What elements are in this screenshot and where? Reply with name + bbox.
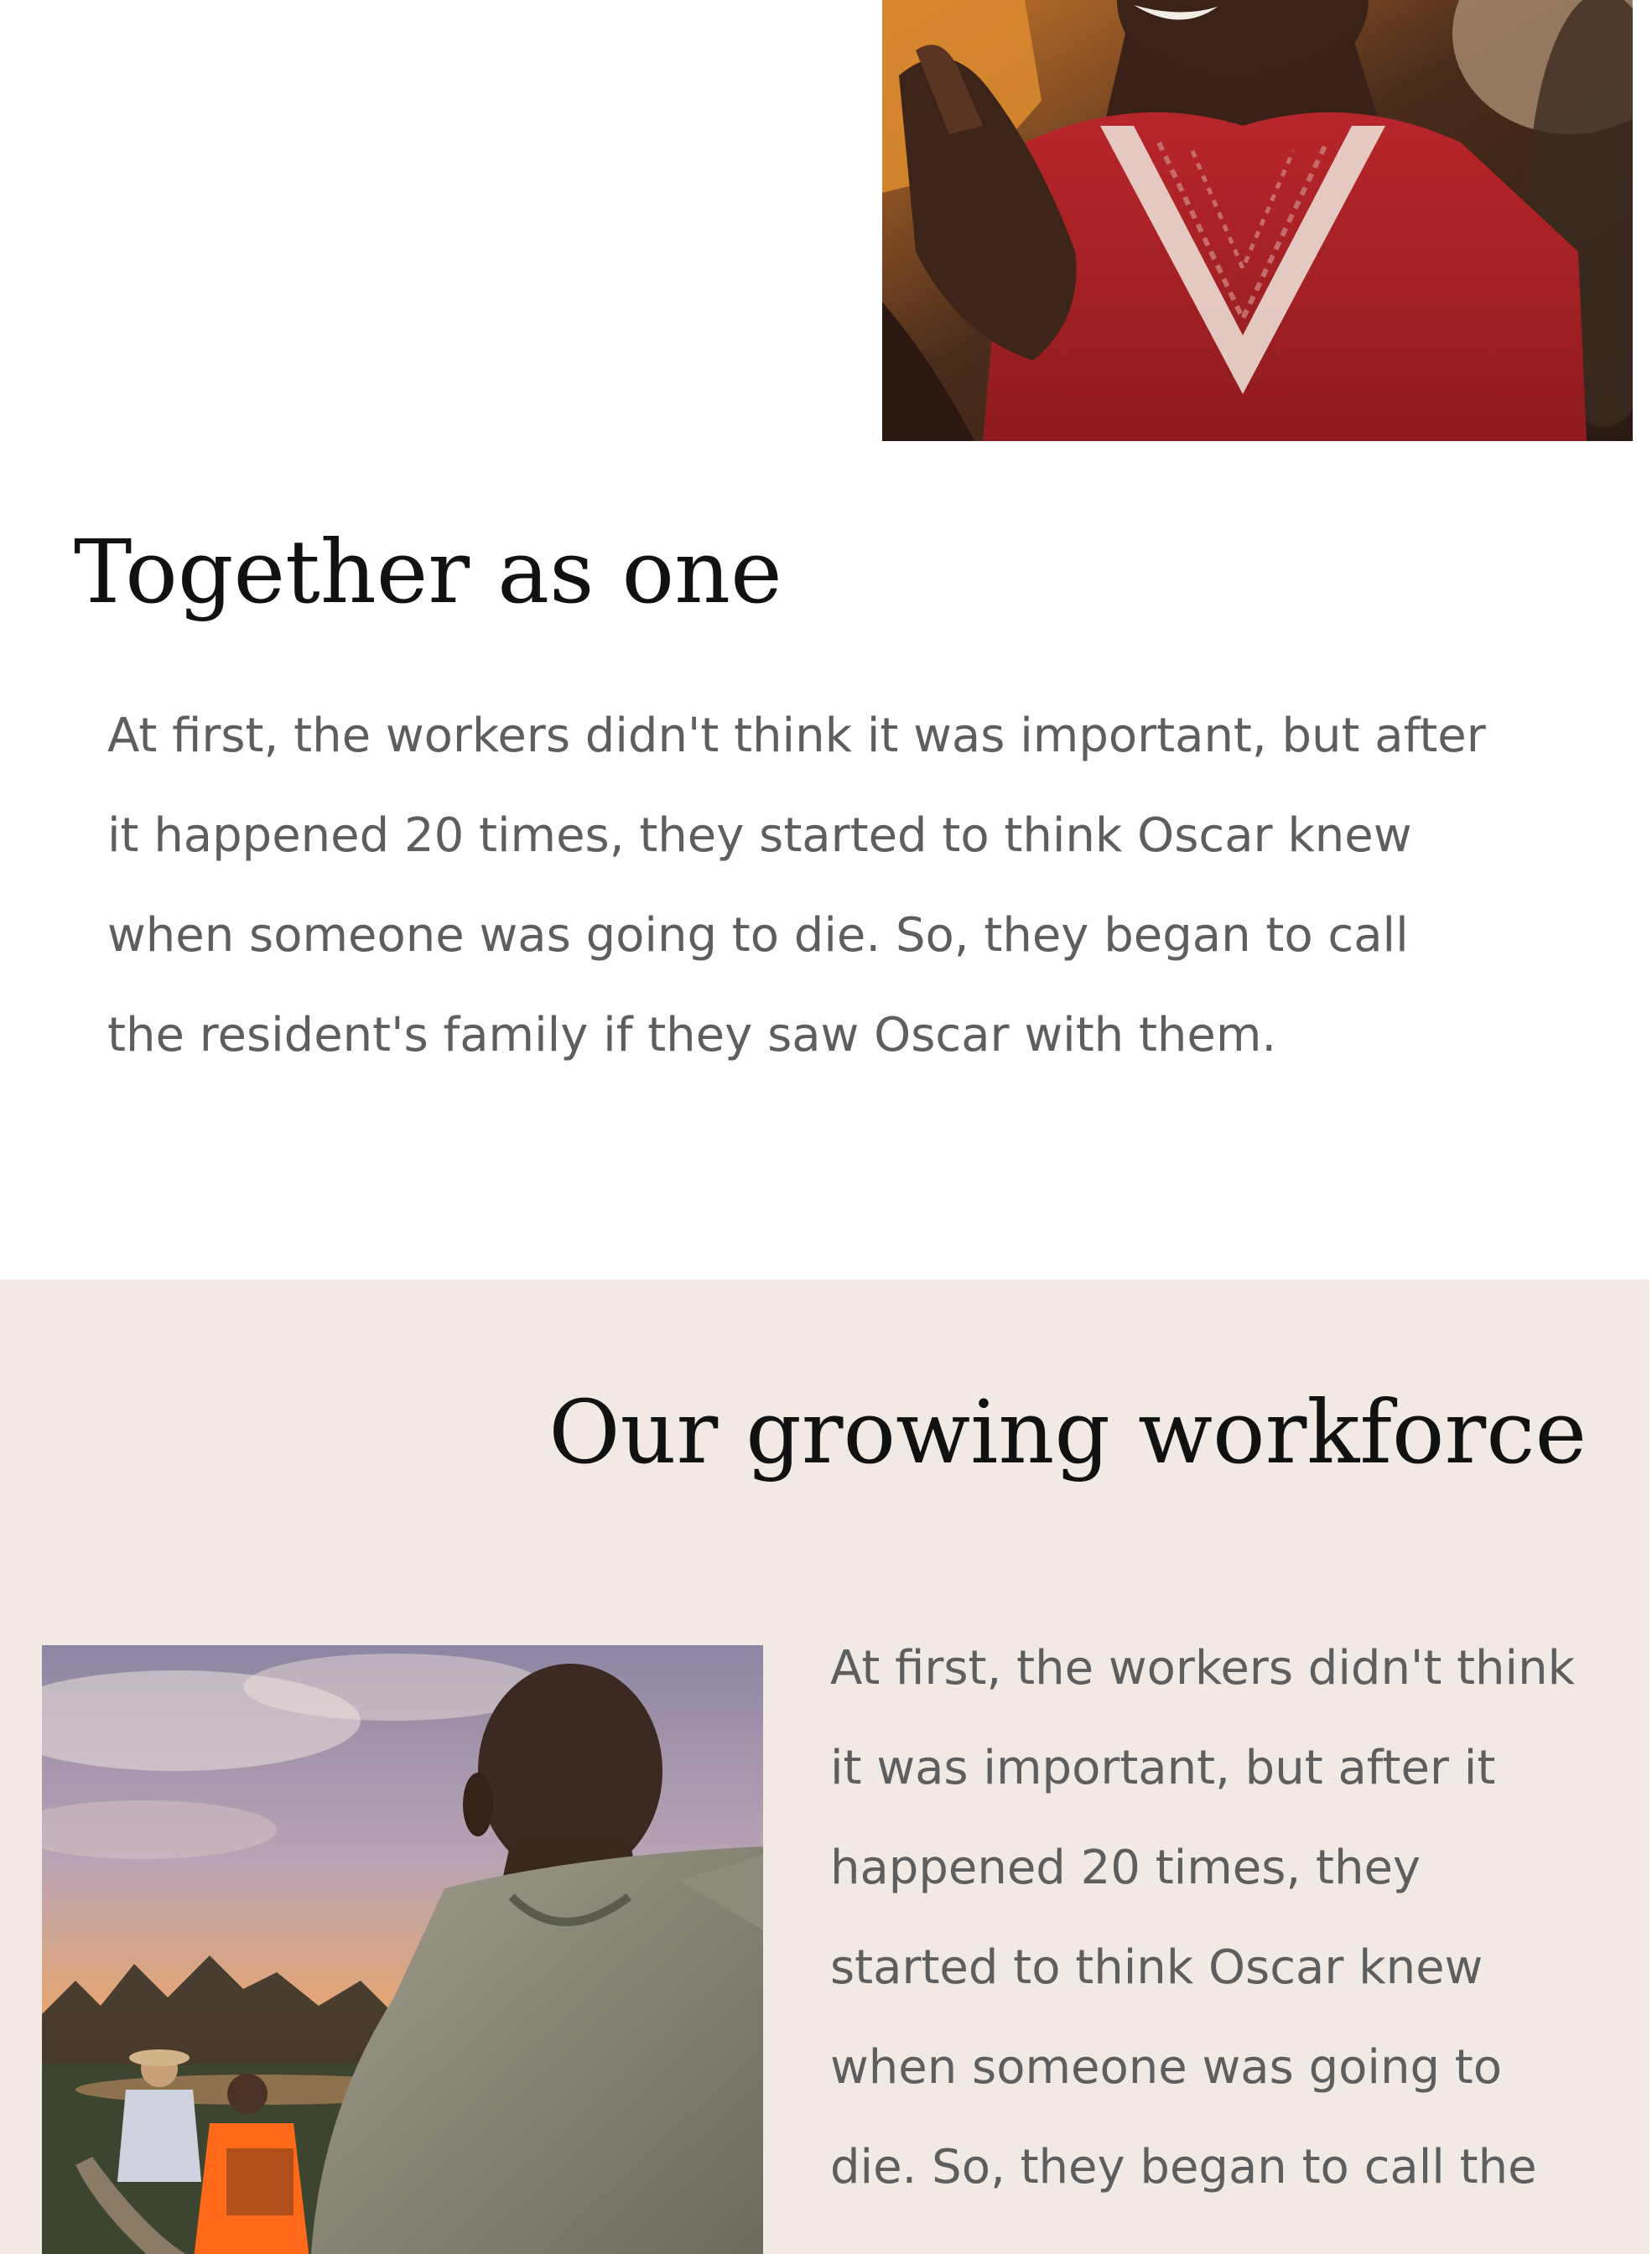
paragraph-line: when someone was going to [830,2040,1503,2095]
smiling-child-image [882,0,1633,441]
paragraph-line: it happened 20 times, they started to th… [107,808,1412,863]
paragraph-line: die. So, they began to call the [830,2140,1537,2194]
page: Together as one At first, the workers di… [0,0,1652,2254]
paragraph-line: started to think Oscar knew [830,1940,1483,1995]
paragraph-line: it was important, but after it [830,1741,1496,1795]
paragraph-line: At first, the workers didn't think [830,1641,1576,1696]
workforce-paragraph: At first, the workers didn't think it wa… [830,1618,1618,2217]
paragraph-line: the resident's family if they saw Oscar … [107,1008,1277,1062]
workforce-section: Our growing workforce At first, the work… [0,1280,1652,2254]
canoe-guide-image [42,1645,763,2254]
paragraph-line: happened 20 times, they [830,1841,1421,1895]
canoe-guide-photo [42,1645,763,2254]
together-heading: Together as one [74,521,782,623]
together-paragraph: At first, the workers didn't think it wa… [107,686,1583,1085]
paragraph-line: At first, the workers didn't think it wa… [107,709,1486,763]
smiling-child-photo [882,0,1633,441]
paragraph-line: when someone was going to die. So, they … [107,908,1409,963]
workforce-heading: Our growing workforce [548,1381,1587,1483]
